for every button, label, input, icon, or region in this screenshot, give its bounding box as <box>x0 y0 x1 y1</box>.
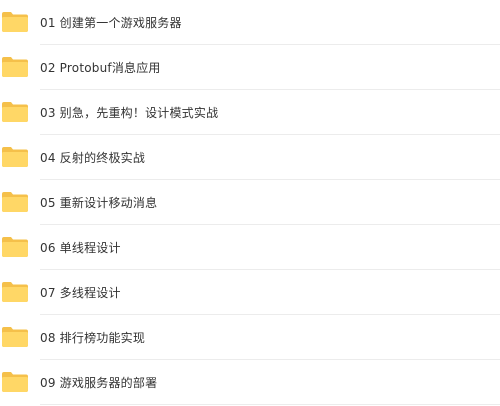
folder-label: 08 排行榜功能实现 <box>40 331 146 345</box>
folder-label: 09 游戏服务器的部署 <box>40 376 158 390</box>
folder-row-07[interactable]: 07 多线程设计 <box>0 270 500 315</box>
folder-row-01[interactable]: 01 创建第一个游戏服务器 <box>0 0 500 45</box>
folder-icon <box>2 102 28 122</box>
folder-icon <box>2 57 28 77</box>
folder-icon <box>2 147 28 167</box>
folder-row-03[interactable]: 03 别急，先重构！设计模式实战 <box>0 90 500 135</box>
folder-label: 06 单线程设计 <box>40 241 121 255</box>
folder-row-06[interactable]: 06 单线程设计 <box>0 225 500 270</box>
folder-label: 01 创建第一个游戏服务器 <box>40 16 182 30</box>
folder-icon <box>2 282 28 302</box>
folder-list: 01 创建第一个游戏服务器 02 Protobuf消息应用 03 别急，先重构！… <box>0 0 500 406</box>
folder-label: 04 反射的终极实战 <box>40 151 146 165</box>
folder-row-02[interactable]: 02 Protobuf消息应用 <box>0 45 500 90</box>
folder-label: 03 别急，先重构！设计模式实战 <box>40 106 219 120</box>
folder-label: 07 多线程设计 <box>40 286 121 300</box>
folder-icon <box>2 327 28 347</box>
folder-icon <box>2 372 28 392</box>
folder-icon <box>2 237 28 257</box>
folder-icon <box>2 12 28 32</box>
folder-label: 02 Protobuf消息应用 <box>40 61 161 75</box>
folder-row-04[interactable]: 04 反射的终极实战 <box>0 135 500 180</box>
folder-row-05[interactable]: 05 重新设计移动消息 <box>0 180 500 225</box>
folder-icon <box>2 192 28 212</box>
folder-label: 05 重新设计移动消息 <box>40 196 158 210</box>
folder-row-08[interactable]: 08 排行榜功能实现 <box>0 315 500 360</box>
folder-row-09[interactable]: 09 游戏服务器的部署 <box>0 360 500 405</box>
divider <box>40 404 500 405</box>
